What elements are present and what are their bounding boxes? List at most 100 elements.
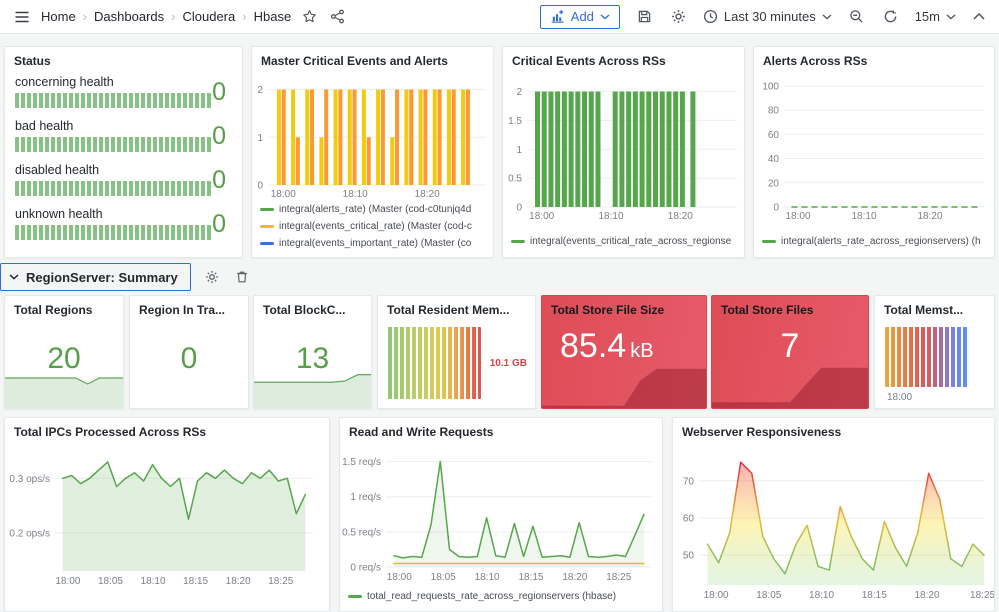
svg-text:18:00: 18:00: [529, 211, 554, 222]
legend-item[interactable]: integral(alerts_rate) (Master (cod-c0tun…: [260, 201, 488, 218]
breadcrumb-separator: ›: [242, 9, 246, 24]
panel-title[interactable]: Read and Write Requests: [340, 418, 662, 442]
breadcrumb-hbase[interactable]: Hbase: [254, 9, 292, 24]
svg-text:1: 1: [257, 133, 263, 144]
svg-text:1.5: 1.5: [508, 116, 522, 127]
svg-text:1: 1: [516, 145, 522, 156]
time-range-label: Last 30 minutes: [724, 9, 816, 24]
panel-total-store-file-size: Total Store File Size 85.4kB: [541, 295, 707, 409]
status-row: unknown health 0: [15, 207, 232, 240]
legend-label: integral(events_important_rate) (Master …: [279, 238, 471, 249]
top-nav: Home › Dashboards › Cloudera › Hbase Add…: [0, 0, 999, 34]
stat-sparkline: [712, 360, 868, 408]
breadcrumb-separator: ›: [83, 9, 87, 24]
panel-title[interactable]: Total Resident Mem...: [378, 296, 535, 320]
svg-text:1 req/s: 1 req/s: [350, 492, 381, 503]
ipcs-chart[interactable]: 0.2 ops/s0.3 ops/s18:0018:0518:1018:1518…: [5, 443, 329, 587]
svg-text:18:20: 18:20: [914, 590, 939, 601]
trash-icon: [235, 270, 249, 284]
svg-text:18:20: 18:20: [562, 572, 587, 583]
legend-item[interactable]: integral(events_important_rate) (Master …: [260, 235, 488, 252]
breadcrumb-cloudera[interactable]: Cloudera: [182, 9, 235, 24]
row-title: RegionServer: Summary: [26, 270, 178, 285]
read-write-chart[interactable]: 0 req/s0.5 req/s1 req/s1.5 req/s18:0018:…: [340, 443, 662, 583]
legend-item[interactable]: integral(events_critical_rate) (Master (…: [260, 218, 488, 235]
panel-title[interactable]: Webserver Responsiveness: [673, 418, 994, 442]
status-label: bad health: [15, 119, 232, 133]
panel-title[interactable]: Total IPCs Processed Across RSs: [5, 418, 329, 442]
row-toggle[interactable]: RegionServer: Summary: [0, 263, 191, 291]
stat-value: 0: [130, 342, 248, 376]
svg-text:18:20: 18:20: [226, 576, 251, 587]
panel-total-block-cache: Total BlockC... 13: [253, 295, 372, 409]
webserver-chart[interactable]: 50607018:0018:0518:1018:1518:2018:25: [673, 443, 994, 601]
refresh-interval-dropdown[interactable]: 15m: [915, 9, 956, 24]
legend-item[interactable]: total_read_requests_rate_across_regionse…: [348, 588, 657, 605]
panel-total-resident-memory: Total Resident Mem... 10.1 GB: [377, 295, 536, 409]
panel-read-write-requests: Read and Write Requests 0 req/s0.5 req/s…: [339, 417, 663, 612]
svg-text:2: 2: [257, 85, 263, 96]
series-color-mark: [260, 225, 274, 228]
status-row: bad health 0: [15, 119, 232, 152]
alerts-chart[interactable]: 02040608010018:0018:1018:20: [754, 72, 994, 222]
svg-text:18:00: 18:00: [704, 590, 729, 601]
svg-text:0 req/s: 0 req/s: [350, 563, 381, 574]
add-panel-label: Add: [571, 9, 594, 24]
legend-label: integral(events_critical_rate_across_reg…: [530, 236, 731, 247]
master-events-chart[interactable]: 01218:0018:1018:20: [252, 72, 493, 200]
svg-text:18:20: 18:20: [415, 189, 440, 200]
resident-memory-gauge-wrap: 10.1 GB: [378, 320, 535, 399]
menu-button[interactable]: [12, 7, 32, 27]
panel-webserver-responsiveness: Webserver Responsiveness 50607018:0018:0…: [672, 417, 995, 612]
panel-title[interactable]: Total Store File Size: [542, 296, 706, 320]
panel-total-ipcs: Total IPCs Processed Across RSs 0.2 ops/…: [4, 417, 330, 612]
svg-text:50: 50: [683, 551, 695, 562]
legend-item[interactable]: integral(alerts_rate_across_regionserver…: [762, 233, 989, 250]
svg-text:18:25: 18:25: [268, 576, 293, 587]
panel-title[interactable]: Total Regions: [5, 296, 123, 320]
row-settings-button[interactable]: [203, 268, 221, 286]
critical-events-chart[interactable]: 00.511.5218:0018:1018:20: [503, 72, 744, 222]
breadcrumb-dashboards[interactable]: Dashboards: [94, 9, 164, 24]
breadcrumb-home[interactable]: Home: [41, 9, 76, 24]
legend-item[interactable]: integral(events_critical_rate_across_reg…: [511, 233, 739, 250]
svg-text:18:00: 18:00: [55, 576, 80, 587]
panel-title[interactable]: Total BlockC...: [254, 296, 371, 320]
chevron-down-icon: [946, 14, 956, 20]
svg-text:18:05: 18:05: [431, 572, 456, 583]
stat-value: 85.4kB: [542, 320, 706, 363]
save-dashboard-button[interactable]: [635, 7, 654, 26]
add-panel-button[interactable]: Add: [540, 5, 620, 29]
panel-title[interactable]: Alerts Across RSs: [754, 47, 994, 71]
panel-title[interactable]: Critical Events Across RSs: [503, 47, 744, 71]
stat-value: 7: [712, 320, 868, 363]
panel-title[interactable]: Master Critical Events and Alerts: [252, 47, 493, 71]
svg-text:18:00: 18:00: [387, 572, 412, 583]
dashboard-settings-button[interactable]: [669, 7, 688, 26]
status-row: disabled health 0: [15, 163, 232, 196]
refresh-button[interactable]: [881, 7, 900, 26]
row-delete-button[interactable]: [233, 268, 251, 286]
zoom-out-button[interactable]: [847, 7, 866, 26]
series-color-mark: [762, 240, 776, 243]
panel-title[interactable]: Total Memst...: [875, 296, 994, 320]
nav-actions: Add Last 30 minutes 15m: [540, 5, 987, 29]
panel-title[interactable]: Status: [5, 47, 242, 71]
svg-text:18:15: 18:15: [862, 590, 887, 601]
panel-title[interactable]: Region In Tra...: [130, 296, 248, 320]
favorite-button[interactable]: [300, 7, 319, 26]
svg-text:18:05: 18:05: [98, 576, 123, 587]
panel-critical-events-rs: Critical Events Across RSs 00.511.5218:0…: [502, 46, 745, 258]
share-button[interactable]: [328, 7, 347, 26]
stat-value: 20: [5, 342, 123, 376]
svg-text:80: 80: [768, 106, 780, 117]
time-range-picker[interactable]: Last 30 minutes: [703, 9, 832, 24]
svg-text:60: 60: [683, 514, 695, 525]
stat-value: 13: [254, 342, 371, 376]
panel-region-in-transition: Region In Tra... 0: [129, 295, 249, 409]
legend-label: total_read_requests_rate_across_regionse…: [367, 591, 616, 602]
svg-text:18:15: 18:15: [518, 572, 543, 583]
status-label: unknown health: [15, 207, 232, 221]
collapse-nav-button[interactable]: [971, 11, 987, 22]
panel-title[interactable]: Total Store Files: [712, 296, 868, 320]
